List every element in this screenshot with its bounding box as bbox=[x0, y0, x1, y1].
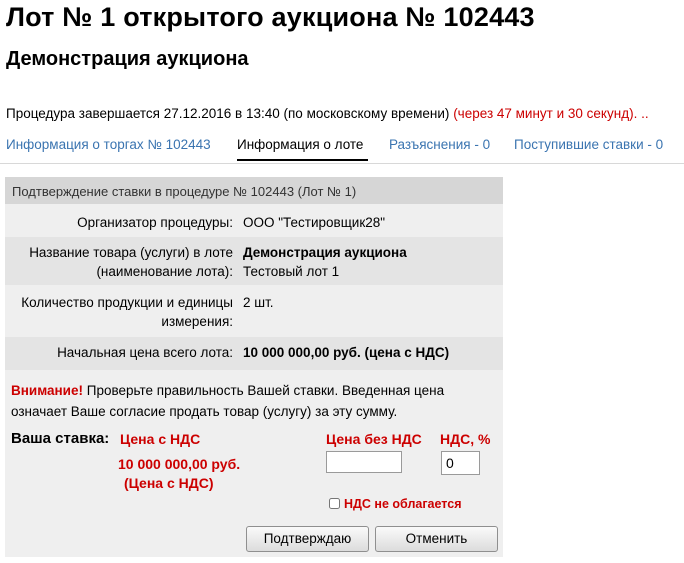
page-title: Лот № 1 открытого аукциона № 102443 bbox=[6, 2, 535, 32]
lot-name-label-line2: (наименование лота): bbox=[96, 264, 233, 279]
tab-auction-info[interactable]: Информация о торгах № 102443 bbox=[6, 137, 211, 152]
quantity-label-line1: Количество продукции и единицы bbox=[21, 295, 233, 310]
organizer-label: Организатор процедуры: bbox=[77, 215, 233, 230]
tab-lot-info[interactable]: Информация о лоте bbox=[237, 137, 363, 152]
lot-name-subvalue: Тестовый лот 1 bbox=[243, 264, 340, 279]
quantity-label-line2: измерения: bbox=[161, 314, 233, 329]
warning-title: Внимание! bbox=[11, 383, 83, 398]
warning-message: Внимание! Проверьте правильность Вашей с… bbox=[11, 380, 491, 422]
bid-price-heading: Цена с НДС bbox=[120, 431, 201, 447]
page-subtitle: Демонстрация аукциона bbox=[6, 48, 249, 70]
tab-clarifications[interactable]: Разъяснения - 0 bbox=[389, 137, 490, 152]
deadline-info: Процедура завершается 27.12.2016 в 13:40… bbox=[6, 106, 649, 121]
tabs-divider bbox=[0, 163, 684, 164]
bid-price-value: 10 000 000,00 руб. bbox=[118, 456, 241, 472]
panel-header-text: Подтверждение ставки в процедуре № 10244… bbox=[12, 184, 357, 199]
lot-name-value: Демонстрация аукциона bbox=[243, 245, 407, 260]
bid-price-note: (Цена с НДС) bbox=[124, 475, 214, 491]
price-without-vat-input[interactable] bbox=[326, 451, 402, 473]
vat-percent-input[interactable] bbox=[441, 451, 480, 475]
start-price-value: 10 000 000,00 руб. (цена с НДС) bbox=[243, 345, 450, 360]
panel-header: Подтверждение ставки в процедуре № 10244… bbox=[5, 177, 503, 204]
confirm-button[interactable]: Подтверждаю bbox=[246, 526, 369, 552]
deadline-text: Процедура завершается 27.12.2016 в 13:40… bbox=[6, 106, 450, 121]
active-tab-indicator bbox=[237, 159, 368, 161]
cancel-button[interactable]: Отменить bbox=[375, 526, 498, 552]
bid-label: Ваша ставка: bbox=[11, 430, 110, 447]
quantity-value: 2 шт. bbox=[243, 295, 274, 310]
price-without-vat-heading: Цена без НДС bbox=[326, 431, 422, 447]
organizer-value: ООО "Тестировщик28" bbox=[243, 215, 386, 230]
lot-name-label-line1: Название товара (услуги) в лоте bbox=[29, 245, 233, 260]
vat-exempt-label[interactable]: НДС не облагается bbox=[344, 497, 462, 511]
tab-received-bids[interactable]: Поступившие ставки - 0 bbox=[514, 137, 663, 152]
deadline-remaining: (через 47 минут и 30 секунд). .. bbox=[453, 106, 649, 121]
vat-exempt-checkbox[interactable] bbox=[329, 498, 340, 509]
start-price-label: Начальная цена всего лота: bbox=[57, 345, 233, 360]
vat-percent-heading: НДС, % bbox=[440, 431, 491, 447]
